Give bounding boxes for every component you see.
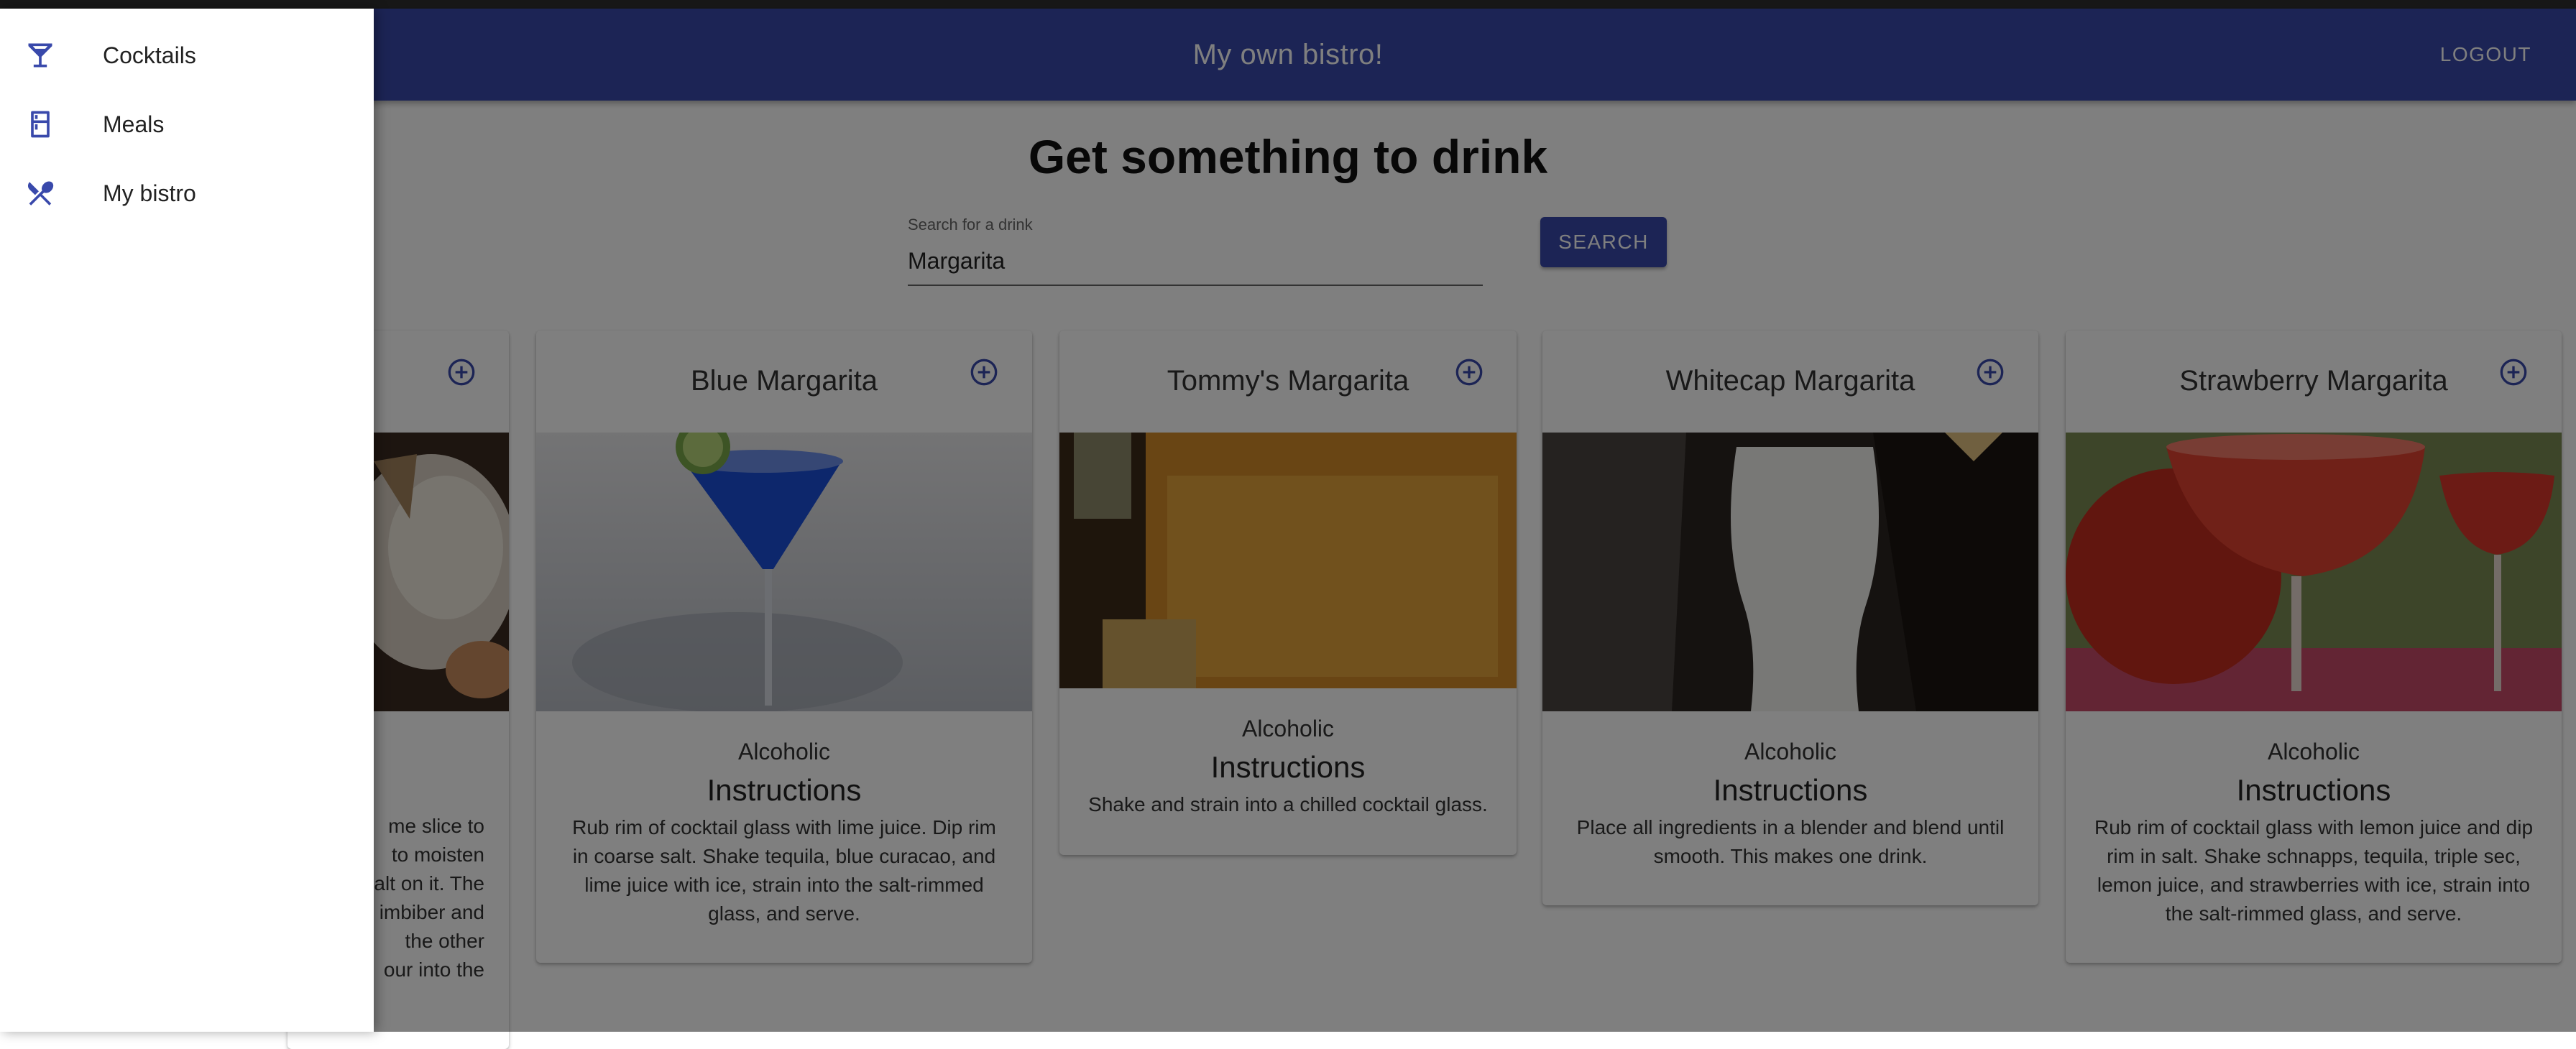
drawer-item-cocktails[interactable]: Cocktails — [0, 21, 374, 90]
utensils-icon — [27, 181, 54, 205]
fridge-icon — [31, 111, 50, 138]
drawer-item-label: My bistro — [103, 180, 196, 206]
drawer-item-label: Meals — [103, 111, 165, 137]
drawer-item-my-bistro[interactable]: My bistro — [0, 159, 374, 228]
drawer-item-meals[interactable]: Meals — [0, 90, 374, 159]
navigation-drawer: Cocktails Meals My bistro — [0, 9, 374, 1032]
cocktail-icon — [28, 43, 52, 68]
drawer-item-label: Cocktails — [103, 42, 196, 68]
modal-backdrop[interactable] — [0, 0, 2576, 1032]
